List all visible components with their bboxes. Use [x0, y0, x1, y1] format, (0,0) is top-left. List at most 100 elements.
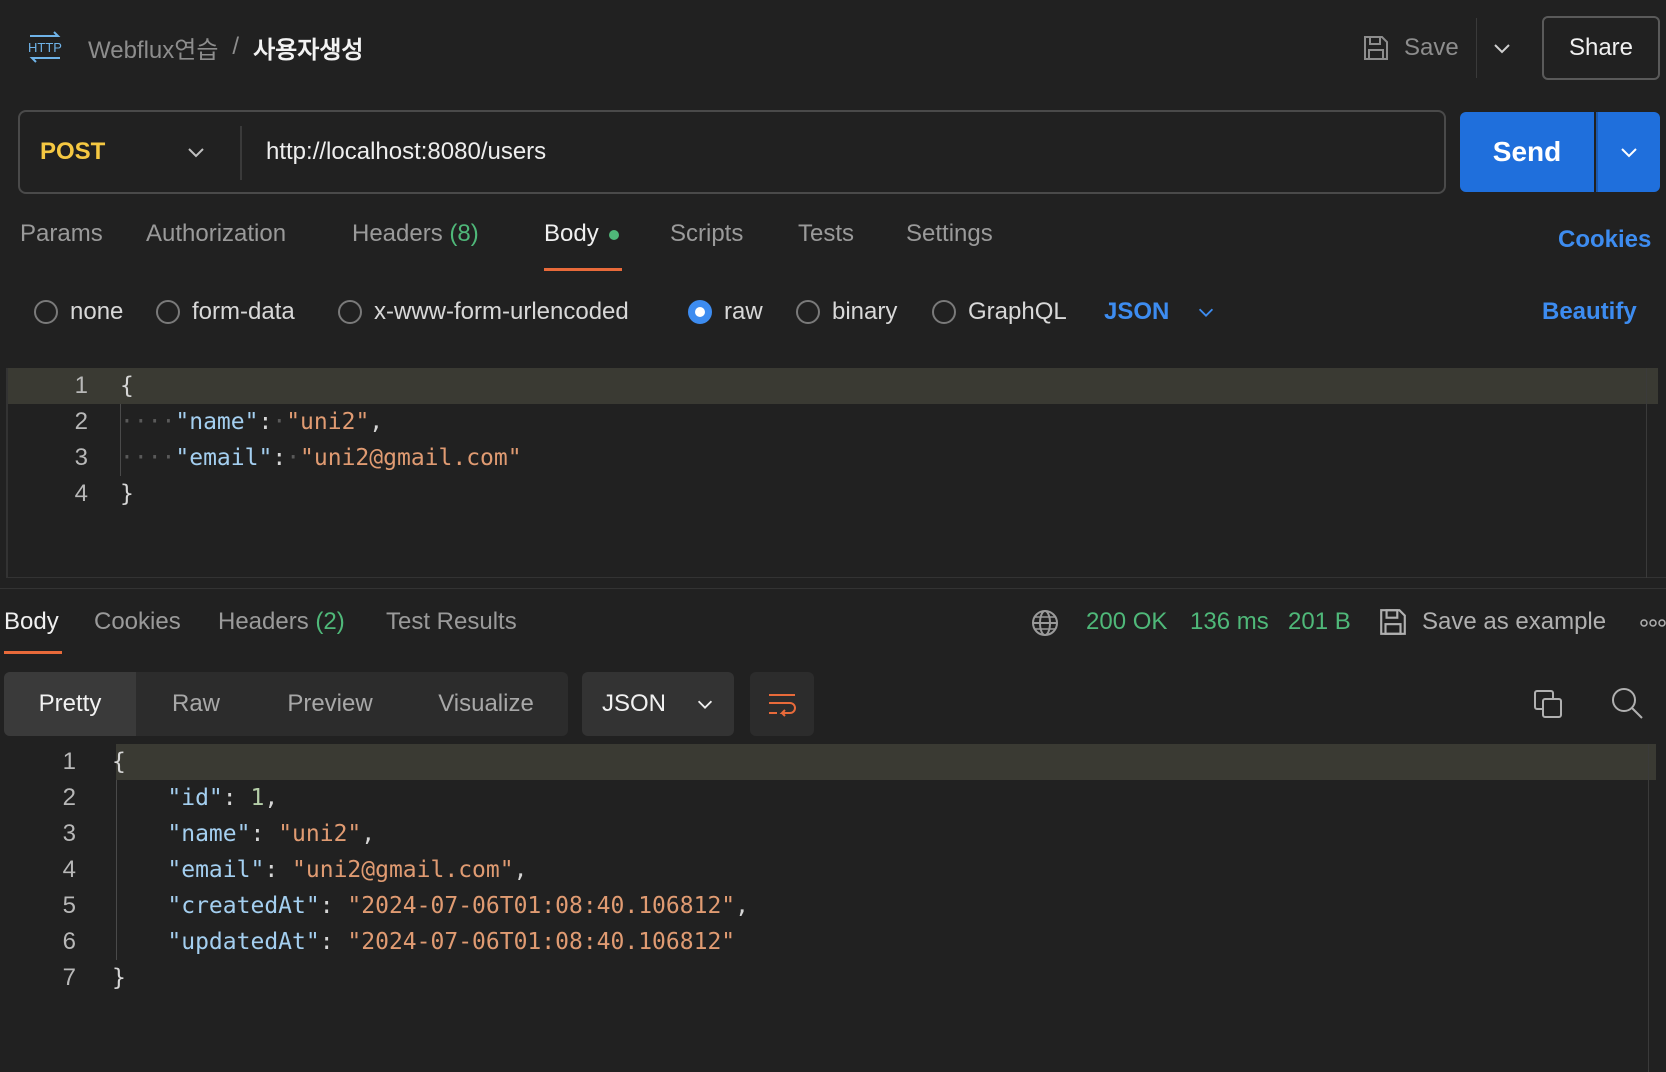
code-line: 4 "email": "uni2@gmail.com",	[0, 852, 1650, 888]
tab-label: Authorization	[146, 220, 287, 247]
json-value: "2024-07-06T01:08:40.106812"	[347, 929, 736, 955]
view-pretty[interactable]: Pretty	[4, 672, 136, 736]
body-type-form-data[interactable]: form-data	[156, 292, 295, 332]
save-button[interactable]: Save	[1362, 28, 1459, 68]
indent-guide	[116, 780, 117, 960]
tab-label: Settings	[906, 220, 993, 247]
json-key: "createdAt"	[167, 893, 320, 919]
code-line: 2 ····"name":·"uni2",	[8, 404, 1658, 440]
tab-label: Body	[544, 220, 599, 247]
json-key: "name"	[175, 409, 259, 435]
tab-params[interactable]: Params	[20, 220, 103, 248]
breadcrumb-collection[interactable]: Webflux연습	[88, 30, 218, 65]
res-tab-headers[interactable]: Headers (2)	[218, 602, 345, 642]
body-type-graphql[interactable]: GraphQL	[932, 292, 1067, 332]
response-body-viewer[interactable]: 1 { 2 "id": 1, 3 "name": "uni2", 4 "emai…	[0, 744, 1666, 1004]
json-punctuation: ,	[369, 409, 384, 435]
code-text: {	[120, 373, 134, 399]
response-time[interactable]: 136 ms	[1190, 602, 1269, 642]
tab-scripts[interactable]: Scripts	[670, 220, 743, 248]
tab-tests[interactable]: Tests	[798, 220, 854, 248]
breadcrumb-separator: /	[232, 33, 240, 60]
response-size[interactable]: 201 B	[1288, 602, 1351, 642]
code-line: 5 "createdAt": "2024-07-06T01:08:40.1068…	[0, 888, 1650, 924]
radio-button	[338, 300, 362, 324]
view-preview[interactable]: Preview	[256, 672, 404, 736]
res-tab-cookies[interactable]: Cookies	[94, 602, 181, 642]
request-name[interactable]: 사용자생성	[253, 30, 363, 65]
language-label: JSON	[1104, 298, 1170, 325]
code-line: 7 }	[0, 960, 1650, 996]
response-format-select[interactable]: JSON	[582, 672, 734, 736]
http-icon-label: HTTP	[28, 40, 62, 55]
chevron-down-icon[interactable]	[1490, 36, 1514, 60]
line-number: 5	[62, 892, 76, 919]
request-body-editor[interactable]: 1 { 2 ····"name":·"uni2", 3 ····"email":…	[6, 368, 1666, 578]
wrap-lines-button[interactable]	[750, 672, 814, 736]
view-visualize[interactable]: Visualize	[404, 672, 568, 736]
tab-count: (2)	[315, 608, 345, 635]
radio-button-checked	[688, 300, 712, 324]
chevron-down-icon	[697, 700, 713, 709]
copy-icon[interactable]	[1532, 688, 1564, 720]
code-text: }	[120, 481, 134, 507]
tab-settings[interactable]: Settings	[906, 220, 993, 248]
json-key: "email"	[167, 857, 265, 883]
json-key: "id"	[167, 785, 223, 811]
more-icon[interactable]	[1640, 616, 1666, 630]
line-number: 3	[62, 820, 76, 847]
wrap-icon	[769, 694, 796, 717]
res-tab-body[interactable]: Body	[4, 602, 59, 642]
tab-label: Params	[20, 220, 103, 247]
beautify-button[interactable]: Beautify	[1542, 292, 1637, 332]
globe-icon[interactable]	[1030, 608, 1060, 638]
radio-label: binary	[832, 298, 898, 325]
code-text: }	[112, 965, 126, 991]
language-select[interactable]: JSON	[1104, 292, 1217, 332]
json-value: "uni2@gmail.com"	[292, 857, 514, 883]
radio-button	[932, 300, 956, 324]
chevron-down-icon[interactable]	[184, 140, 208, 164]
share-button[interactable]: Share	[1542, 16, 1660, 80]
tab-count: (8)	[449, 220, 479, 247]
res-tab-test-results[interactable]: Test Results	[386, 602, 517, 642]
body-type-urlencoded[interactable]: x-www-form-urlencoded	[338, 292, 629, 332]
scrollbar[interactable]	[1646, 368, 1647, 578]
tab-headers[interactable]: Headers (8)	[352, 220, 479, 248]
tab-authorization[interactable]: Authorization	[146, 220, 286, 248]
format-label: JSON	[602, 690, 667, 717]
radio-label: none	[70, 298, 124, 325]
view-raw[interactable]: Raw	[136, 672, 256, 736]
json-key: "email"	[175, 445, 273, 471]
body-type-none[interactable]: none	[34, 292, 123, 332]
save-as-example-button[interactable]: Save as example	[1378, 602, 1606, 642]
send-button[interactable]: Send	[1460, 112, 1594, 192]
line-number: 6	[62, 928, 76, 955]
body-type-raw[interactable]: raw	[688, 292, 763, 332]
tab-label: Headers	[218, 608, 309, 635]
radio-label: raw	[724, 298, 763, 325]
status-code[interactable]: 200 OK	[1086, 602, 1167, 642]
json-value: 1	[250, 785, 265, 811]
url-input[interactable]	[266, 110, 1416, 194]
code-line: 3 "name": "uni2",	[0, 816, 1650, 852]
tab-label: Tests	[798, 220, 855, 247]
radio-label: GraphQL	[968, 298, 1067, 325]
save-example-icon	[1380, 609, 1406, 635]
send-options-button[interactable]	[1596, 112, 1660, 192]
line-number: 4	[74, 480, 88, 507]
cookies-link[interactable]: Cookies	[1558, 220, 1651, 260]
json-value: "uni2@gmail.com"	[300, 445, 522, 471]
body-type-binary[interactable]: binary	[796, 292, 897, 332]
code-text: {	[112, 749, 126, 775]
method-select[interactable]: POST	[40, 110, 105, 194]
save-example-label: Save as example	[1422, 608, 1607, 635]
code-line: 4 }	[8, 476, 1658, 512]
pane-splitter[interactable]	[0, 588, 1666, 589]
tab-body[interactable]: Body	[544, 220, 619, 248]
line-number: 7	[62, 964, 76, 991]
json-key: "updatedAt"	[167, 929, 320, 955]
scrollbar[interactable]	[1648, 744, 1649, 1072]
tab-label: Scripts	[670, 220, 744, 247]
search-icon[interactable]	[1610, 686, 1644, 720]
